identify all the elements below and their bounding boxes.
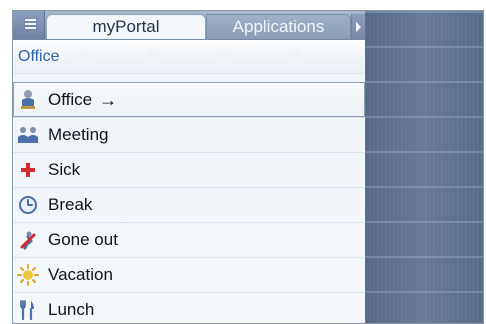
decorative-side-panel	[365, 11, 483, 323]
sun-icon	[17, 264, 39, 286]
list-item-sick[interactable]: Sick	[13, 152, 365, 187]
list-item-label: Office	[48, 90, 93, 109]
list-item-label: Break	[48, 195, 93, 214]
myportal-window: myPortal Applications Office Office → Me…	[12, 10, 484, 324]
list-item-office[interactable]: Office →	[13, 82, 365, 117]
tab-myportal-label: myPortal	[92, 17, 160, 36]
list-item-label: Lunch	[48, 300, 95, 319]
list-item-break[interactable]: Break	[13, 187, 365, 222]
menu-icon	[23, 18, 36, 30]
tab-applications[interactable]: Applications	[206, 14, 351, 39]
list-item-meeting[interactable]: Meeting	[13, 117, 365, 152]
red-cross-icon	[17, 159, 39, 181]
meeting-people-icon	[17, 124, 39, 146]
office-person-icon	[17, 89, 39, 111]
tab-bar: myPortal Applications	[13, 11, 365, 40]
list-item-label: Sick	[48, 160, 81, 179]
list-item-lunch[interactable]: Lunch	[13, 292, 365, 323]
list-item-label: Gone out	[48, 230, 118, 249]
clock-icon	[17, 194, 39, 216]
selected-arrow-icon: →	[99, 90, 118, 110]
tab-scroll-right-button[interactable]	[351, 14, 365, 39]
list-item-gone-out[interactable]: Gone out	[13, 222, 365, 257]
section-title: Office	[18, 48, 60, 65]
gone-out-icon	[17, 229, 39, 251]
list-item-vacation[interactable]: Vacation	[13, 257, 365, 292]
menu-button[interactable]	[13, 11, 45, 39]
status-list: Office → Meeting Sick Break Gone out Vac…	[13, 82, 365, 323]
section-header: Office	[13, 40, 365, 74]
cutlery-icon	[17, 299, 39, 321]
tab-myportal[interactable]: myPortal	[46, 14, 206, 39]
list-item-label: Vacation	[48, 265, 113, 284]
list-item-label: Meeting	[48, 125, 109, 144]
tab-applications-label: Applications	[232, 17, 325, 36]
content-panel: myPortal Applications Office Office → Me…	[13, 11, 365, 323]
